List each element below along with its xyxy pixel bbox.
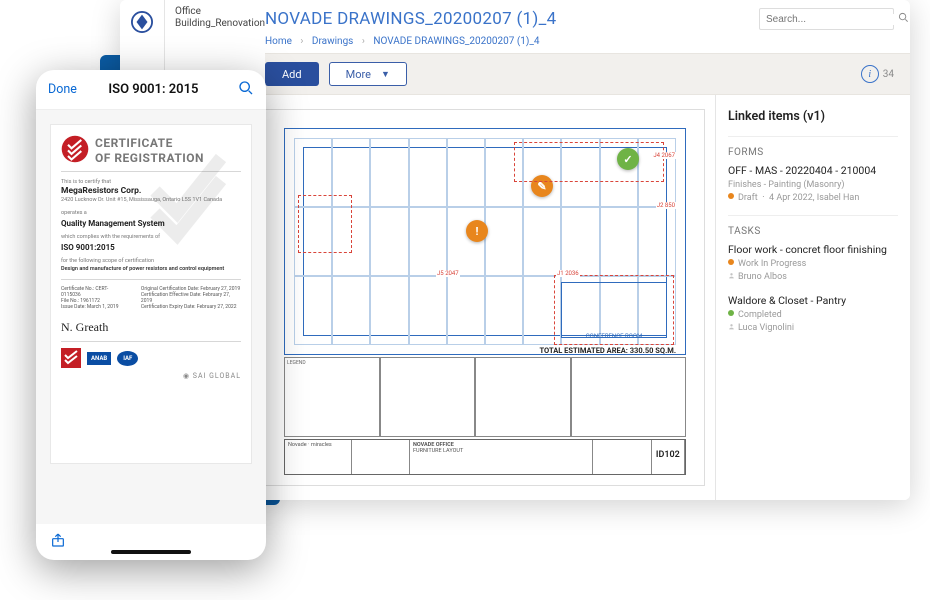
- forms-section-label: FORMS: [728, 136, 898, 158]
- legend-col-4: [571, 357, 686, 437]
- cert-scope: Design and manufacture of power resistor…: [61, 265, 241, 273]
- dim-j4: J4 2067: [652, 152, 676, 159]
- task-status: Completed: [728, 309, 898, 322]
- crumb-current: NOVADE DRAWINGS_20200207 (1)_4: [373, 36, 539, 47]
- mobile-navbar: Done ISO 9001: 2015: [36, 70, 266, 110]
- main-column: NOVADE DRAWINGS_20200207 (1)_4 Home › Dr…: [165, 0, 910, 500]
- mobile-preview-window: Done ISO 9001: 2015 CERTIFICATE OF REGIS…: [36, 70, 266, 560]
- titleblock-revisions: [593, 440, 651, 474]
- breadcrumb: Home › Drawings › NOVADE DRAWINGS_202002…: [265, 34, 910, 53]
- done-button[interactable]: Done: [48, 82, 77, 97]
- project-context-title[interactable]: Office Building_Renovation: [175, 6, 265, 30]
- more-button[interactable]: More ▼: [329, 62, 407, 86]
- search-icon[interactable]: [238, 80, 254, 100]
- form-item[interactable]: OFF - MAS - 20220404 - 210004 Finishes -…: [728, 164, 898, 205]
- crumb-home[interactable]: Home: [265, 36, 292, 47]
- share-icon[interactable]: [50, 531, 66, 553]
- status-dot-icon: [728, 310, 734, 316]
- search-icon: [898, 12, 909, 26]
- drawing-viewer[interactable]: ! ✎ ✓ CONFERENCE ROOM J5 2047 J1 2036 J4…: [265, 95, 715, 500]
- titleblock-notes: [352, 440, 410, 474]
- person-icon: [728, 323, 735, 330]
- five-ticks-logo-icon: [61, 135, 89, 163]
- marker-orange-1[interactable]: !: [466, 220, 488, 242]
- task-assignee: Bruno Albos: [728, 271, 898, 284]
- status-dot-icon: [728, 193, 734, 199]
- conference-room-detail: CONFERENCE ROOM: [554, 275, 674, 345]
- mobile-bottom-bar: [36, 524, 266, 560]
- search-field[interactable]: [759, 8, 894, 30]
- crumb-drawings[interactable]: Drawings: [312, 36, 353, 47]
- dim-j5: J5 2047: [436, 270, 460, 277]
- header: NOVADE DRAWINGS_20200207 (1)_4: [265, 0, 910, 34]
- drawing-frame: ! ✎ ✓ CONFERENCE ROOM J5 2047 J1 2036 J4…: [265, 109, 705, 486]
- watermark-icon: [133, 131, 243, 251]
- anab-badge: ANAB: [87, 352, 111, 365]
- content-row: ! ✎ ✓ CONFERENCE ROOM J5 2047 J1 2036 J4…: [265, 95, 910, 500]
- titleblock-owner: NOVADE OFFICEFURNITURE LAYOUT: [410, 440, 593, 474]
- legend-col-3: [475, 357, 571, 437]
- drawing-title-block: Novade · miracles NOVADE OFFICEFURNITURE…: [284, 439, 686, 475]
- task-item[interactable]: Floor work - concret floor finishing Wor…: [728, 243, 898, 284]
- chevron-right-icon: ›: [362, 36, 365, 47]
- signature: N. Greath: [61, 320, 241, 335]
- task-title: Floor work - concret floor finishing: [728, 243, 898, 256]
- app-logo[interactable]: [128, 8, 156, 36]
- conf-room-label: CONFERENCE ROOM: [561, 282, 667, 338]
- task-assignee: Luca Vignolini: [728, 322, 898, 335]
- form-meta: Draft · 4 Apr 2022, Isabel Han: [728, 192, 898, 205]
- accreditation-badges: ANAB IAF: [61, 348, 241, 368]
- certificate-document: CERTIFICATE OF REGISTRATION This is to c…: [50, 124, 252, 464]
- info-icon: i: [861, 65, 879, 83]
- home-indicator: [111, 550, 191, 554]
- furniture-legend: LEGEND: [284, 357, 686, 437]
- chevron-right-icon: ›: [300, 36, 303, 47]
- mobile-title: ISO 9001: 2015: [77, 82, 238, 97]
- dim-j1: J1 2036: [556, 270, 580, 277]
- task-title: Waldore & Closet - Pantry: [728, 294, 898, 307]
- tasks-section-label: TASKS: [728, 215, 898, 237]
- form-subtitle: Finishes - Painting (Masonry): [728, 179, 898, 192]
- search-input[interactable]: [766, 14, 898, 25]
- legend-col-1: LEGEND: [284, 357, 380, 437]
- five-ticks-badge-icon: [61, 348, 81, 368]
- linked-items-title: Linked items (v1): [728, 109, 898, 124]
- iaf-badge: IAF: [117, 351, 138, 366]
- sai-global-label: ◉ SAI GLOBAL: [61, 372, 241, 380]
- zone-highlight-1: [298, 195, 352, 253]
- more-label: More: [346, 68, 371, 81]
- legend-col-2: [380, 357, 476, 437]
- linked-items-panel: Linked items (v1) FORMS OFF - MAS - 2022…: [715, 95, 910, 500]
- zone-highlight-2: [514, 142, 664, 182]
- chevron-down-icon: ▼: [381, 69, 390, 80]
- person-icon: [728, 272, 735, 279]
- toolbar: Add More ▼ i 34: [265, 53, 910, 95]
- info-count[interactable]: i 34: [861, 65, 894, 83]
- mobile-body[interactable]: CERTIFICATE OF REGISTRATION This is to c…: [36, 110, 266, 524]
- cert-scope-lead: for the following scope of certification: [61, 257, 241, 265]
- info-count-value: 34: [883, 69, 894, 80]
- titleblock-sheet-id: ID102: [652, 440, 685, 474]
- page-title: NOVADE DRAWINGS_20200207 (1)_4: [265, 9, 759, 29]
- task-status: Work In Progress: [728, 258, 898, 271]
- add-button[interactable]: Add: [265, 62, 319, 86]
- titleblock-brand: Novade · miracles: [285, 440, 352, 474]
- task-item[interactable]: Waldore & Closet - Pantry Completed Luca…: [728, 294, 898, 335]
- form-title: OFF - MAS - 20220404 - 210004: [728, 164, 898, 177]
- dim-j2: J2 850: [656, 202, 676, 209]
- status-dot-icon: [728, 259, 734, 265]
- area-total: TOTAL ESTIMATED AREA: 330.50 SQ.M.: [539, 346, 676, 355]
